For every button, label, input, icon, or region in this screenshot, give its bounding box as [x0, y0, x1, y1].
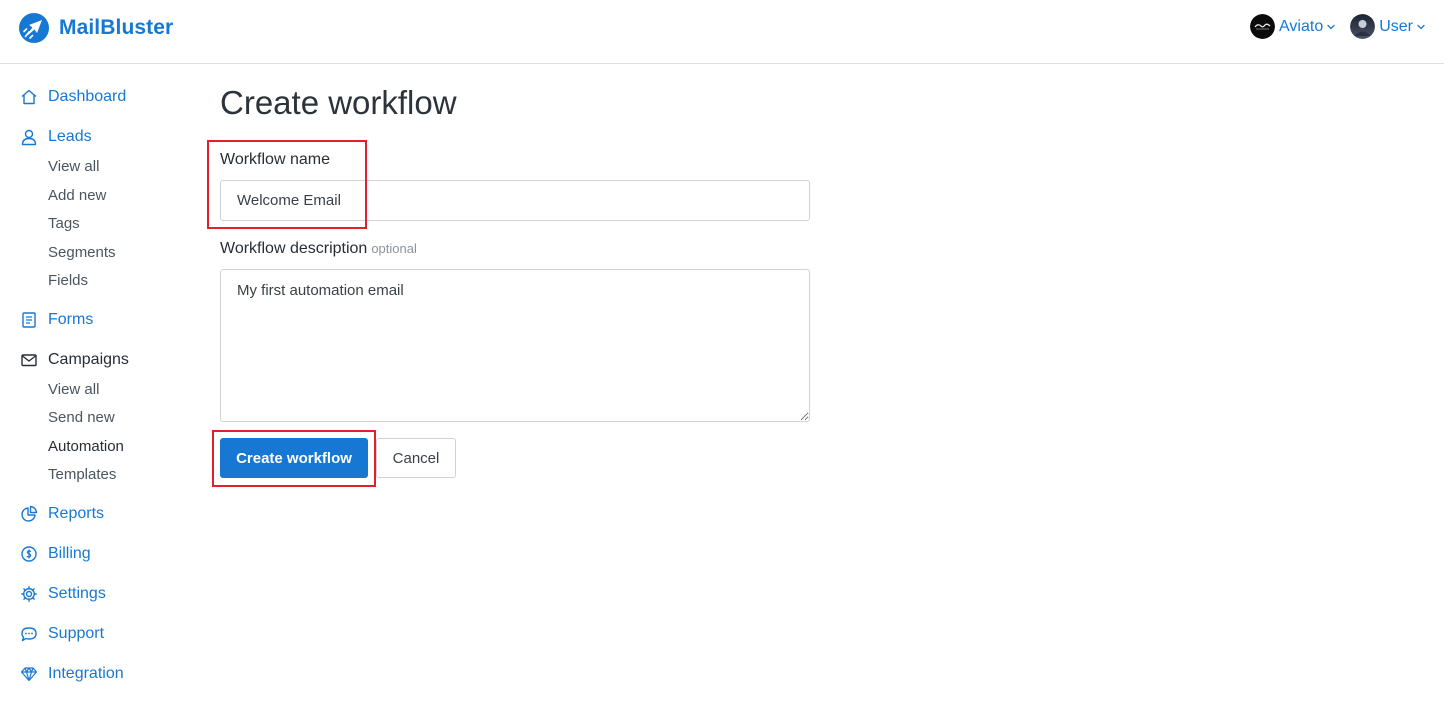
create-workflow-button[interactable]: Create workflow — [220, 438, 368, 478]
sidebar-subitem-leads-tags[interactable]: Tags — [48, 215, 80, 232]
sidebar-item-reports[interactable]: Reports — [20, 505, 104, 523]
chevron-down-icon — [1417, 24, 1425, 29]
org-account-label: Aviato — [1279, 17, 1324, 35]
page-title: Create workflow — [220, 84, 457, 121]
brand-logo[interactable]: MailBluster — [18, 12, 173, 44]
sidebar-subitem-campaigns-send-new[interactable]: Send new — [48, 409, 115, 426]
cancel-button[interactable]: Cancel — [376, 438, 456, 478]
workflow-name-input[interactable] — [220, 180, 810, 221]
user-account-dropdown[interactable]: User — [1350, 14, 1426, 39]
sidebar-item-label: Leads — [48, 128, 92, 145]
chat-bubble-icon — [21, 627, 37, 642]
home-icon — [21, 89, 37, 105]
org-avatar — [1250, 14, 1276, 39]
sidebar-item-label: Forms — [48, 311, 94, 328]
sidebar-item-label: Settings — [48, 585, 106, 602]
workflow-description-textarea[interactable]: My first automation email — [220, 269, 810, 422]
sidebar-item-settings[interactable]: Settings — [20, 585, 106, 603]
sidebar-subitem-campaigns-templates[interactable]: Templates — [48, 466, 116, 483]
account-menu: Aviato User — [1236, 14, 1426, 39]
sidebar-item-dashboard[interactable]: Dashboard — [20, 88, 126, 106]
workflow-description-label-text: Workflow description — [220, 240, 368, 257]
sidebar-item-support[interactable]: Support — [20, 625, 104, 643]
sidebar-item-label: Integration — [48, 665, 124, 682]
chevron-down-icon — [1327, 24, 1335, 29]
workflow-name-label: Workflow name — [220, 151, 330, 168]
sidebar-item-billing[interactable]: Billing — [20, 545, 91, 563]
rocket-logo-icon — [19, 13, 49, 43]
sidebar-subitem-leads-view-all[interactable]: View all — [48, 158, 99, 175]
person-icon — [21, 129, 37, 146]
sidebar-subitem-campaigns-automation[interactable]: Automation — [48, 438, 124, 455]
sidebar-item-label: Dashboard — [48, 88, 127, 105]
form-icon — [22, 312, 36, 328]
sidebar-subitem-leads-fields[interactable]: Fields — [48, 272, 88, 289]
diamond-icon — [20, 667, 38, 682]
user-account-label: User — [1379, 17, 1413, 35]
sidebar-item-campaigns[interactable]: Campaigns — [20, 351, 129, 369]
gear-icon — [21, 586, 37, 602]
pie-chart-icon — [21, 505, 38, 522]
optional-tag: optional — [371, 241, 417, 256]
top-header: MailBluster Aviato User — [0, 0, 1444, 64]
dollar-circle-icon — [21, 546, 37, 562]
sidebar-item-label: Support — [48, 625, 105, 642]
sidebar-item-leads[interactable]: Leads — [20, 128, 92, 146]
user-avatar — [1350, 14, 1376, 39]
sidebar-subitem-leads-add-new[interactable]: Add new — [48, 187, 106, 204]
workflow-description-label: Workflow description optional — [220, 240, 417, 258]
sidebar-item-forms[interactable]: Forms — [20, 311, 93, 329]
sidebar-subitem-leads-segments[interactable]: Segments — [48, 244, 116, 261]
sidebar-item-label: Billing — [48, 545, 91, 562]
org-account-dropdown[interactable]: Aviato — [1250, 14, 1336, 39]
sidebar-item-label: Campaigns — [48, 351, 129, 368]
sidebar-item-label: Reports — [48, 505, 105, 522]
sidebar-item-integration[interactable]: Integration — [20, 665, 124, 683]
envelope-icon — [21, 354, 37, 367]
sidebar-subitem-campaigns-view-all[interactable]: View all — [48, 381, 99, 398]
brand-name: MailBluster — [59, 16, 174, 39]
